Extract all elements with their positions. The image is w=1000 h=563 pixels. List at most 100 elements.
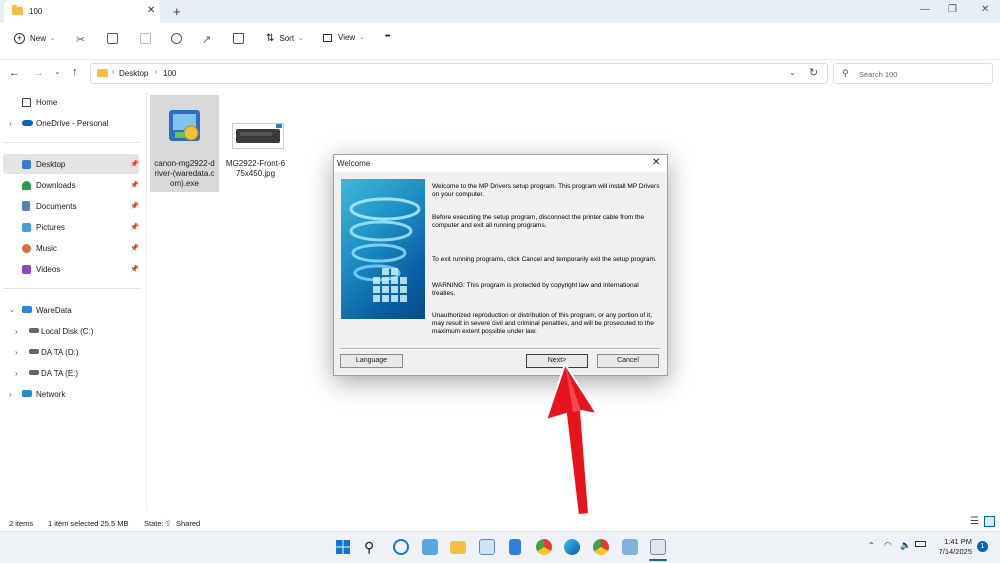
drive-icon (29, 328, 39, 333)
spiral-art-icon (349, 197, 421, 302)
cancel-button[interactable]: Cancel (597, 354, 659, 368)
chrome-icon[interactable] (536, 539, 552, 555)
control-panel-icon[interactable] (422, 539, 438, 555)
sidebar-item-videos[interactable]: Videos 📌 (0, 259, 140, 279)
paste-icon[interactable] (140, 33, 151, 44)
computer-icon (22, 306, 32, 313)
volume-icon[interactable]: 🔈 (900, 540, 911, 551)
wifi-icon[interactable]: ◠ (884, 540, 892, 551)
pin-icon[interactable]: 📌 (130, 244, 139, 252)
taskbar: ⚲ ⌃ ◠ 🔈 1:41 PM 7/14/2025 1 (0, 531, 1000, 563)
sidebar-item-data-d[interactable]: › DA TA (D:) (0, 342, 140, 362)
sidebar-item-local-disk-c[interactable]: › Local Disk (C:) (0, 321, 140, 341)
clock-date[interactable]: 7/14/2025 (930, 547, 972, 556)
up-arrow-icon[interactable]: ↑ (72, 66, 78, 78)
folder-icon (97, 69, 108, 77)
breadcrumb-desktop[interactable]: Desktop (119, 69, 148, 78)
dialog-close-icon[interactable]: ✕ (652, 157, 660, 168)
sidebar-item-documents[interactable]: Documents 📌 (0, 196, 140, 216)
folder-icon (12, 5, 23, 15)
pin-icon[interactable]: 📌 (130, 181, 139, 189)
close-window-button[interactable]: ✕ (981, 4, 989, 15)
plus-circle-icon: + (14, 33, 25, 44)
dialog-paragraph: Unauthorized reproduction or distributio… (432, 312, 654, 335)
sidebar-item-downloads[interactable]: Downloads 📌 (0, 175, 140, 195)
new-tab-button[interactable]: + (173, 4, 181, 19)
tab-100[interactable]: 100 ✕ (4, 0, 160, 23)
language-button[interactable]: Language (340, 354, 403, 368)
state-label: State: (144, 519, 164, 528)
breadcrumb-100[interactable]: 100 (163, 69, 176, 78)
file-explorer-icon[interactable] (450, 541, 466, 554)
file-name-line: MG2922-Front-6 (225, 159, 286, 168)
sidebar-label: Videos (36, 264, 61, 274)
maximize-button[interactable]: ❐ (948, 4, 957, 15)
refresh-icon[interactable]: ↻ (809, 66, 818, 79)
setup-window-icon[interactable] (650, 539, 666, 555)
widgets-icon[interactable] (393, 539, 409, 555)
rename-icon[interactable] (171, 33, 182, 44)
document-app-icon[interactable] (509, 539, 521, 555)
tiles-view-icon[interactable] (984, 516, 995, 527)
file-name-line: om).exe (170, 179, 199, 188)
file-name-line: river-(waredata.c (154, 169, 215, 178)
sidebar-label: Downloads (36, 180, 76, 190)
notification-badge[interactable]: 1 (977, 541, 988, 552)
sidebar-item-home[interactable]: Home (0, 92, 140, 112)
view-label: View (338, 33, 356, 42)
view-button[interactable]: View ⌄ (323, 33, 364, 42)
address-dropdown-icon[interactable]: ⌄ (789, 68, 796, 77)
file-item-jpg[interactable]: MG2922-Front-6 75x450.jpg (221, 95, 290, 192)
pin-icon[interactable]: 📌 (130, 265, 139, 273)
edge-icon[interactable] (564, 539, 580, 555)
pin-icon[interactable]: 📌 (130, 160, 139, 168)
sidebar-item-music[interactable]: Music 📌 (0, 238, 140, 258)
cut-icon[interactable]: ✂ (76, 33, 85, 46)
breadcrumb-separator-icon: › (112, 69, 115, 76)
start-icon[interactable] (335, 539, 351, 555)
details-view-icon[interactable]: ☰ (970, 516, 979, 527)
sort-button[interactable]: ⇅ Sort ⌄ (266, 33, 303, 44)
battery-icon[interactable] (915, 541, 926, 547)
pane-splitter[interactable] (146, 92, 147, 510)
sidebar-item-waredata[interactable]: ⌄ WareData (0, 300, 140, 320)
file-item-exe[interactable]: canon-mg2922-d river-(waredata.c om).exe (150, 95, 219, 192)
sidebar-item-desktop[interactable]: Desktop 📌 (3, 154, 139, 174)
file-name-line: canon-mg2922-d (154, 159, 215, 168)
chrome-profile-icon[interactable] (593, 539, 609, 555)
cloud-icon (22, 120, 33, 126)
pin-icon[interactable]: 📌 (130, 202, 139, 210)
sidebar-item-data-e[interactable]: › DA TA (E:) (0, 363, 140, 383)
share-icon[interactable]: ↗ (202, 33, 211, 46)
address-bar[interactable]: › Desktop › 100 ⌄ (90, 63, 828, 84)
sidebar-item-onedrive[interactable]: › OneDrive - Personal (0, 113, 140, 133)
forward-arrow-icon[interactable]: → (33, 67, 44, 79)
pin-icon[interactable]: 📌 (130, 223, 139, 231)
minimize-button[interactable]: — (920, 4, 930, 15)
drive-icon (29, 370, 39, 375)
clock-time[interactable]: 1:41 PM (936, 537, 972, 546)
sidebar-item-pictures[interactable]: Pictures 📌 (0, 217, 140, 237)
installer-taskbar-icon[interactable] (622, 539, 638, 555)
search-input[interactable]: ⚲ Search 100 (833, 63, 993, 84)
chevron-down-icon: ⌄ (359, 35, 365, 41)
delete-icon[interactable] (233, 33, 244, 44)
download-icon (22, 181, 31, 190)
search-icon[interactable]: ⚲ (364, 539, 380, 555)
sidebar-label: Music (36, 243, 57, 253)
dialog-divider (340, 348, 660, 350)
new-button[interactable]: + New ⌄ (14, 33, 55, 44)
search-placeholder: Search 100 (859, 70, 898, 79)
more-options-icon[interactable]: ••• (385, 33, 390, 40)
recent-chevron-icon[interactable]: ⌄ (54, 67, 61, 76)
copy-icon[interactable] (107, 33, 118, 44)
show-hidden-icons-icon[interactable]: ⌃ (868, 541, 875, 550)
drive-icon (29, 349, 39, 354)
expand-chevron-icon: › (15, 368, 18, 378)
notepad-icon[interactable] (479, 539, 495, 555)
tab-close-icon[interactable]: ✕ (147, 5, 155, 16)
sidebar-label: Local Disk (C:) (41, 326, 94, 336)
sidebar-item-network[interactable]: › Network (0, 384, 140, 404)
image-thumbnail-icon (232, 123, 284, 149)
back-arrow-icon[interactable]: ← (9, 67, 20, 79)
